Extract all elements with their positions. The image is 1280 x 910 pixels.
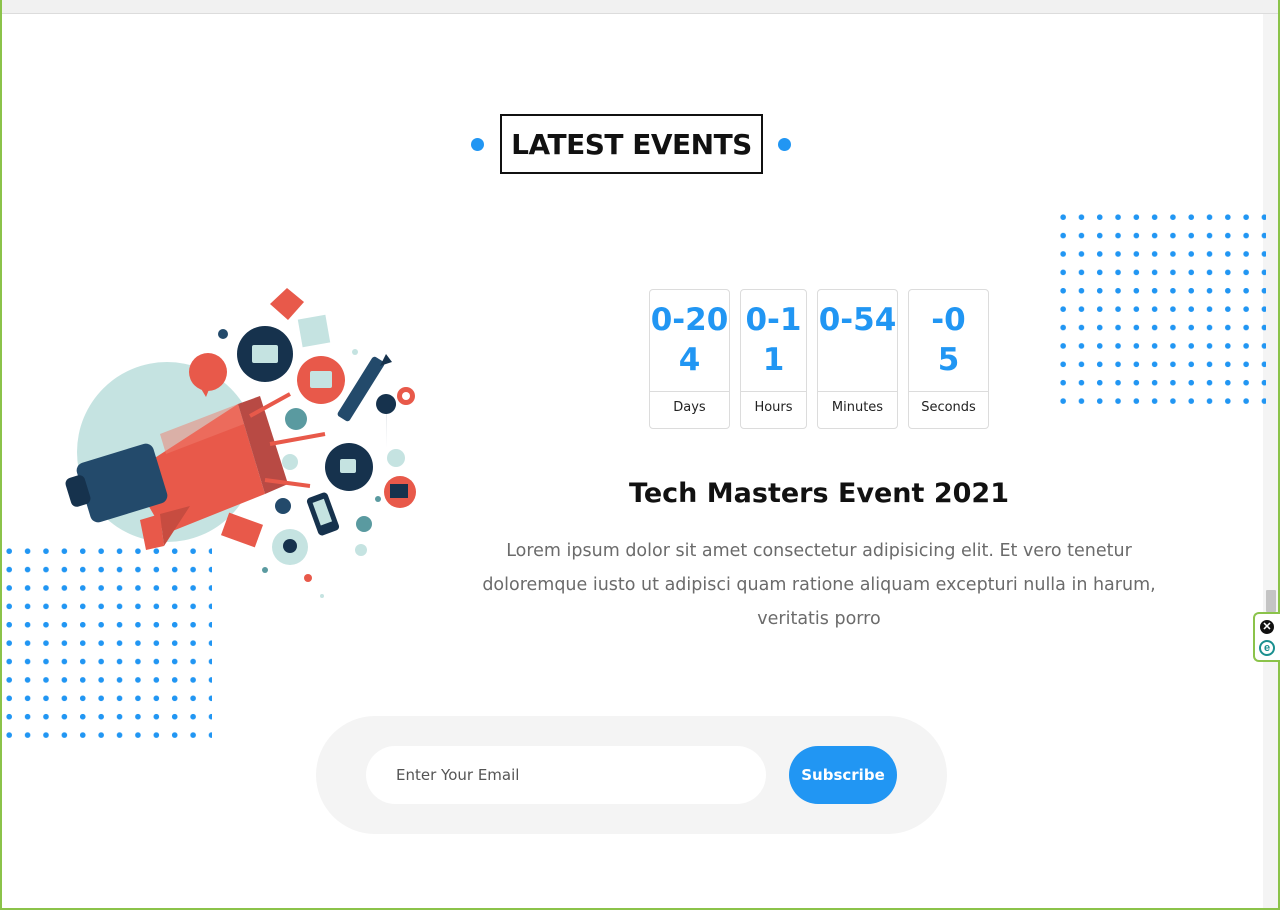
event-title: Tech Masters Event 2021 (629, 478, 1009, 509)
countdown-divider (818, 391, 897, 392)
event-description: Lorem ipsum dolor sit amet consectetur a… (482, 541, 1156, 629)
subscribe-button[interactable]: Subscribe (789, 746, 897, 804)
countdown-hours-label: Hours (754, 400, 793, 415)
section-heading: LATEST EVENTS (470, 114, 792, 174)
countdown-seconds-label: Seconds (921, 400, 976, 415)
countdown-divider (741, 391, 806, 392)
heading-dot-left (471, 138, 484, 151)
close-icon[interactable]: ✕ (1260, 620, 1274, 634)
scrollbar-thumb[interactable] (1266, 590, 1276, 612)
extension-e-icon[interactable]: e (1259, 640, 1275, 656)
email-input[interactable] (366, 746, 766, 804)
countdown-days: 0-204 Days (649, 289, 730, 429)
countdown-days-value: 0-204 (650, 302, 729, 378)
countdown-seconds-value: -05 (931, 302, 966, 378)
countdown-divider (650, 391, 729, 392)
countdown-seconds: -05 Seconds (908, 289, 989, 429)
megaphone-illustration (65, 288, 416, 598)
side-widget[interactable]: ✕ e (1253, 612, 1280, 662)
subscribe-form: Subscribe (316, 716, 947, 834)
countdown-hours: 0-11 Hours (740, 289, 807, 429)
countdown-divider (909, 391, 988, 392)
section-title: LATEST EVENTS (500, 114, 763, 174)
heading-dot-right (778, 138, 791, 151)
countdown-minutes-label: Minutes (831, 400, 884, 415)
countdown-days-label: Days (673, 400, 706, 415)
countdown-minutes-value: 0-54 (818, 302, 897, 338)
vertical-scrollbar[interactable] (1263, 14, 1278, 908)
countdown-minutes: 0-54 Minutes (817, 289, 898, 429)
dot-pattern-right (1054, 208, 1266, 404)
countdown-hours-value: 0-11 (745, 302, 802, 378)
